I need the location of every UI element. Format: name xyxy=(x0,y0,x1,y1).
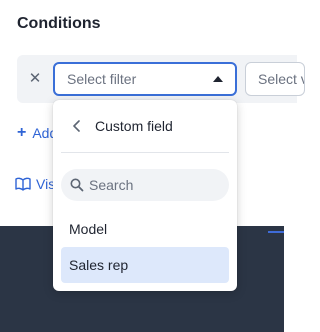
chevron-left-icon[interactable] xyxy=(67,117,87,135)
dropdown-search-input[interactable] xyxy=(89,169,223,201)
section-title: Conditions xyxy=(17,15,101,32)
filter-select-placeholder: Select filter xyxy=(67,71,137,87)
dropdown-item-model[interactable]: Model xyxy=(61,211,229,247)
value-select[interactable]: Select value xyxy=(245,62,305,96)
close-icon[interactable]: ✕ xyxy=(26,69,44,87)
caret-up-icon xyxy=(213,76,223,82)
dropdown-title: Custom field xyxy=(95,118,173,134)
value-select-placeholder: Select value xyxy=(258,71,304,87)
dropdown-item-sales-rep[interactable]: Sales rep xyxy=(61,247,229,283)
background-accent-line xyxy=(268,231,284,233)
plus-icon: + xyxy=(17,124,27,141)
book-icon xyxy=(15,177,31,191)
filter-select[interactable]: Select filter xyxy=(53,62,237,96)
filter-dropdown-menu: Custom field Model Sales rep xyxy=(53,100,237,291)
add-condition-link[interactable]: + Add xyxy=(17,124,57,142)
dropdown-divider xyxy=(61,152,229,153)
search-icon xyxy=(70,178,84,192)
dropdown-search xyxy=(61,169,229,201)
